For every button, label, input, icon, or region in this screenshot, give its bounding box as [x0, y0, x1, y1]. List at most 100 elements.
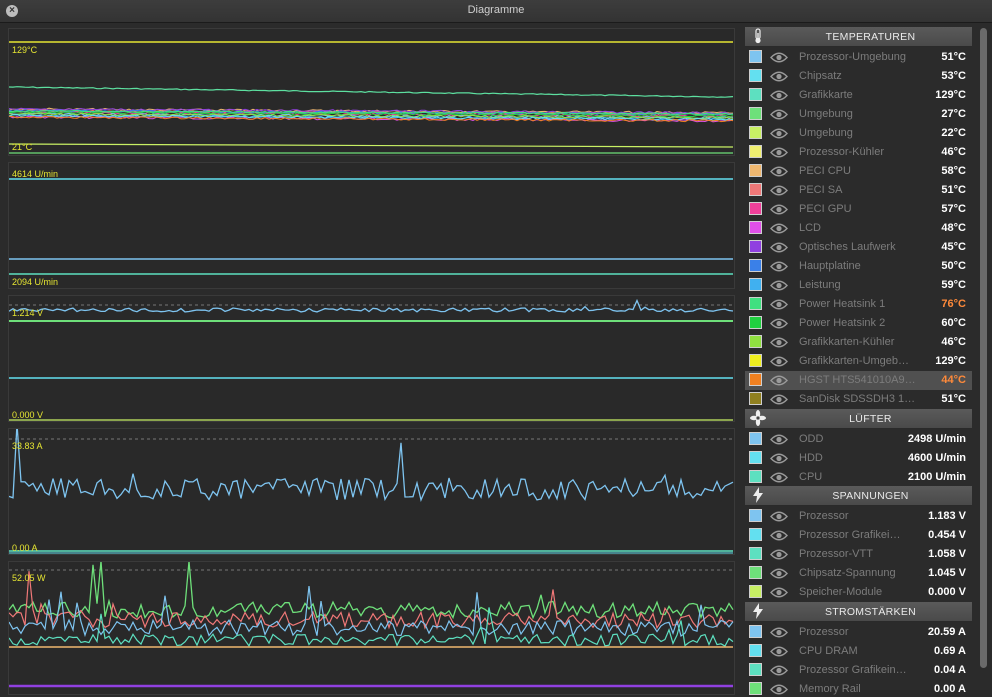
section-header-fans[interactable]: LÜFTER	[745, 409, 972, 429]
sensor-row[interactable]: Umgebung 27°C	[745, 105, 972, 124]
color-swatch[interactable]	[749, 547, 762, 560]
current-min-label: 0.00 A	[12, 543, 38, 553]
eye-icon[interactable]	[770, 471, 788, 484]
sensor-row[interactable]: Chipsatz 53°C	[745, 67, 972, 86]
color-swatch[interactable]	[749, 432, 762, 445]
section-header-currents[interactable]: STROMSTÄRKEN	[745, 602, 972, 622]
sensor-row[interactable]: Grafikkarten-Kühler 46°C	[745, 333, 972, 352]
sensor-row[interactable]: Umgebung 22°C	[745, 124, 972, 143]
color-swatch[interactable]	[749, 335, 762, 348]
sensor-row[interactable]: Power Heatsink 1 76°C	[745, 295, 972, 314]
sensor-row[interactable]: PECI SA 51°C	[745, 181, 972, 200]
scrollbar[interactable]	[980, 28, 987, 668]
eye-icon[interactable]	[770, 89, 788, 102]
eye-icon[interactable]	[770, 586, 788, 599]
eye-icon[interactable]	[770, 317, 788, 330]
sensor-row[interactable]: PECI CPU 58°C	[745, 162, 972, 181]
scrollbar-thumb[interactable]	[980, 28, 987, 668]
color-swatch[interactable]	[749, 354, 762, 367]
color-swatch[interactable]	[749, 164, 762, 177]
sensor-row[interactable]: Prozessor 1.183 V	[745, 507, 972, 526]
sensor-row[interactable]: Prozessor Grafikei… 0.454 V	[745, 526, 972, 545]
color-swatch[interactable]	[749, 470, 762, 483]
color-swatch[interactable]	[749, 183, 762, 196]
color-swatch[interactable]	[749, 644, 762, 657]
color-swatch[interactable]	[749, 221, 762, 234]
sensor-row[interactable]: Prozessor-VTT 1.058 V	[745, 545, 972, 564]
sensor-row[interactable]: Optisches Laufwerk 45°C	[745, 238, 972, 257]
color-swatch[interactable]	[749, 509, 762, 522]
color-swatch[interactable]	[749, 585, 762, 598]
eye-icon[interactable]	[770, 355, 788, 368]
eye-icon[interactable]	[770, 374, 788, 387]
sensor-row[interactable]: Chipsatz-Spannung 1.045 V	[745, 564, 972, 583]
section-header-voltages[interactable]: SPANNUNGEN	[745, 486, 972, 506]
color-swatch[interactable]	[749, 107, 762, 120]
color-swatch[interactable]	[749, 566, 762, 579]
eye-icon[interactable]	[770, 626, 788, 639]
eye-icon[interactable]	[770, 452, 788, 465]
eye-icon[interactable]	[770, 529, 788, 542]
sensor-row[interactable]: Leistung 59°C	[745, 276, 972, 295]
eye-icon[interactable]	[770, 51, 788, 64]
eye-icon[interactable]	[770, 567, 788, 580]
color-swatch[interactable]	[749, 625, 762, 638]
color-swatch[interactable]	[749, 373, 762, 386]
color-swatch[interactable]	[749, 528, 762, 541]
color-swatch[interactable]	[749, 663, 762, 676]
eye-icon[interactable]	[770, 146, 788, 159]
eye-icon[interactable]	[770, 279, 788, 292]
color-swatch[interactable]	[749, 88, 762, 101]
eye-icon[interactable]	[770, 241, 788, 254]
eye-icon[interactable]	[770, 203, 788, 216]
color-swatch[interactable]	[749, 69, 762, 82]
eye-icon[interactable]	[770, 108, 788, 121]
sensor-row[interactable]: HDD 4600 U/min	[745, 449, 972, 468]
eye-icon[interactable]	[770, 664, 788, 677]
color-swatch[interactable]	[749, 202, 762, 215]
color-swatch[interactable]	[749, 392, 762, 405]
eye-icon[interactable]	[770, 510, 788, 523]
eye-icon[interactable]	[770, 336, 788, 349]
sensor-row[interactable]: CPU 2100 U/min	[745, 468, 972, 487]
sensor-row[interactable]: PECI GPU 57°C	[745, 200, 972, 219]
color-swatch[interactable]	[749, 682, 762, 695]
sensor-row[interactable]: ODD 2498 U/min	[745, 430, 972, 449]
color-swatch[interactable]	[749, 50, 762, 63]
eye-icon[interactable]	[770, 433, 788, 446]
sensor-row[interactable]: Prozessor 20.59 A	[745, 623, 972, 642]
sensor-row[interactable]: Prozessor Grafikein… 0.04 A	[745, 661, 972, 680]
eye-icon[interactable]	[770, 260, 788, 273]
eye-icon[interactable]	[770, 184, 788, 197]
sensor-row[interactable]: Grafikkarten-Umgeb… 129°C	[745, 352, 972, 371]
color-swatch[interactable]	[749, 451, 762, 464]
eye-icon[interactable]	[770, 70, 788, 83]
sensor-row[interactable]: Memory Rail 0.00 A	[745, 680, 972, 697]
sensor-row[interactable]: Speicher-Module 0.000 V	[745, 583, 972, 602]
sensor-row[interactable]: CPU DRAM 0.69 A	[745, 642, 972, 661]
eye-icon[interactable]	[770, 298, 788, 311]
sensor-row[interactable]: Prozessor-Kühler 46°C	[745, 143, 972, 162]
eye-icon[interactable]	[770, 165, 788, 178]
section-header-temperatures[interactable]: TEMPERATUREN	[745, 27, 972, 47]
eye-icon[interactable]	[770, 393, 788, 406]
color-swatch[interactable]	[749, 145, 762, 158]
color-swatch[interactable]	[749, 259, 762, 272]
sensor-row[interactable]: Grafikkarte 129°C	[745, 86, 972, 105]
sensor-row[interactable]: HGST HTS541010A9… 44°C	[745, 371, 972, 390]
eye-icon[interactable]	[770, 127, 788, 140]
eye-icon[interactable]	[770, 645, 788, 658]
sensor-row[interactable]: Prozessor-Umgebung 51°C	[745, 48, 972, 67]
eye-icon[interactable]	[770, 222, 788, 235]
color-swatch[interactable]	[749, 297, 762, 310]
eye-icon[interactable]	[770, 548, 788, 561]
color-swatch[interactable]	[749, 126, 762, 139]
color-swatch[interactable]	[749, 240, 762, 253]
eye-icon[interactable]	[770, 683, 788, 696]
sensor-row[interactable]: Hauptplatine 50°C	[745, 257, 972, 276]
sensor-row[interactable]: Power Heatsink 2 60°C	[745, 314, 972, 333]
color-swatch[interactable]	[749, 278, 762, 291]
color-swatch[interactable]	[749, 316, 762, 329]
sensor-row[interactable]: SanDisk SDSSDH3 1… 51°C	[745, 390, 972, 409]
sensor-row[interactable]: LCD 48°C	[745, 219, 972, 238]
